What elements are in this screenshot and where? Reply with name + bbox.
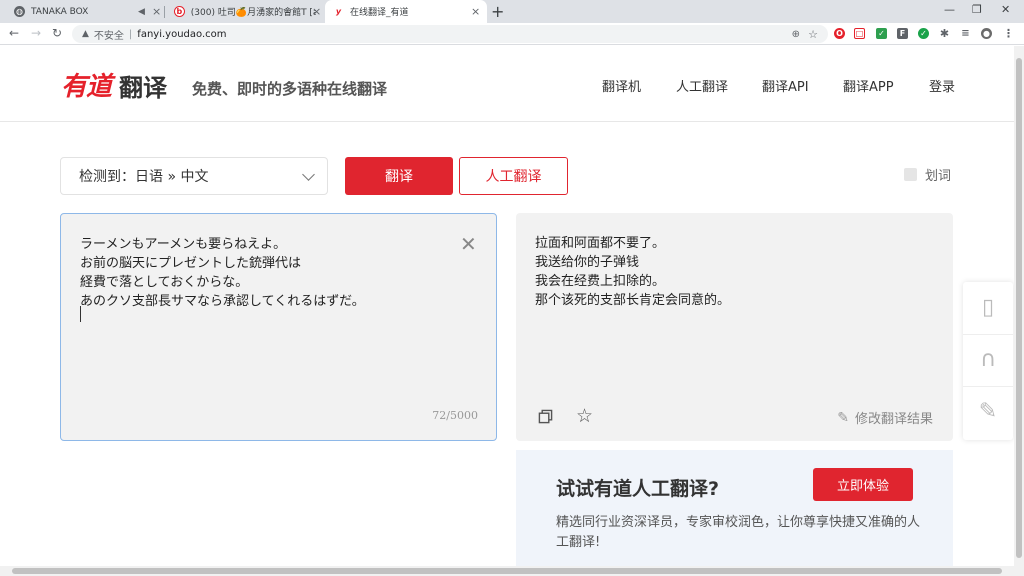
horizontal-scrollbar[interactable] [0,566,1014,576]
tab-title: TANAKA BOX [31,6,89,17]
edit-translation-link[interactable]: ✎ 修改翻译结果 [837,408,933,428]
nav-login[interactable]: 登录 [929,76,955,95]
tab-title: 在线翻译_有道 [350,8,409,18]
copy-icon[interactable] [538,409,553,424]
huaci-checkbox[interactable] [904,168,917,181]
browser-tab-bilibili[interactable]: b (300) 吐司🍊月湧家的會館T [ac × [166,0,324,23]
browser-toolbar: ← → ↻ ▲ 不安全 | fanyi.youdao.com ⊕ ☆ O □ ✓… [0,23,1024,45]
promo-title: 试试有道人工翻译? [556,478,720,500]
translation-result: 拉面和阿面都不要了。 我送给你的子弹钱 我会在经费上扣除的。 那个该死的支部长肯… [516,213,953,441]
human-translation-button[interactable]: 人工翻译 [459,157,568,195]
edit-translation-label: 修改翻译结果 [854,412,933,427]
nav-translation-api[interactable]: 翻译API [762,76,809,95]
mobile-app-icon[interactable]: ▯ [963,282,1013,332]
vertical-scrollbar[interactable] [1014,46,1024,576]
browser-tab-tanaka[interactable]: ◍ TANAKA BOX ◀ × [6,0,164,23]
extensions-puzzle-icon[interactable]: ✱ [939,27,950,40]
promo-description: 精选同行业资深译员，专家审校润色，让你尊享快捷又准确的人工翻译! [556,515,921,550]
forward-icon[interactable]: → [31,26,41,40]
extension-box-icon[interactable]: □ [854,28,865,39]
huaci-toggle[interactable]: 划词 [904,165,951,184]
support-headset-icon[interactable]: ∩ [963,334,1013,384]
security-label: 不安全 [93,30,124,42]
close-tab-icon[interactable]: × [152,5,161,18]
feedback-edit-icon[interactable]: ✎ [963,386,1013,436]
char-counter: 72/5000 [432,409,478,422]
url-text: fanyi.youdao.com [137,28,227,40]
scrollbar-thumb[interactable] [1016,58,1022,558]
warning-icon: ▲ [82,29,89,39]
browser-tab-youdao[interactable]: y 在线翻译_有道 × [325,0,487,23]
slogan: 免费、即时的多语种在线翻译 [192,80,388,98]
extension-f-icon[interactable]: F [897,28,908,39]
extension-check-icon[interactable]: ✓ [918,28,929,39]
language-select-value: 检测到：日语 » 中文 [79,169,209,185]
text-caret [80,306,81,322]
floating-sidebar: ▯ ∩ ✎ [963,282,1013,440]
logo-fanyi[interactable]: 翻译 [119,68,167,103]
chevron-down-icon [302,168,315,181]
new-tab-icon[interactable]: + [491,2,504,21]
maximize-icon[interactable]: ❐ [972,3,982,16]
nav-translator-device[interactable]: 翻译机 [602,76,641,95]
close-tab-icon[interactable]: × [471,5,480,18]
address-bar[interactable]: ▲ 不安全 | fanyi.youdao.com ⊕ ☆ [72,25,828,43]
clear-icon[interactable]: ✕ [460,232,477,256]
extension-shield-icon[interactable]: ✓ [876,28,887,39]
bilibili-icon: b [174,6,185,17]
bookmark-star-icon[interactable]: ☆ [808,28,818,41]
menu-kebab-icon[interactable]: ⋮ [1003,27,1014,40]
address-divider: | [128,28,133,40]
back-icon[interactable]: ← [9,26,19,40]
language-select[interactable]: 检测到：日语 » 中文 [60,157,328,195]
source-text-area[interactable]: ラーメンもアーメンも要らねえよ。 お前の脳天にプレゼントした銃弾代は 経費で落と… [60,213,497,441]
youdao-icon: y [335,7,342,16]
source-text[interactable]: ラーメンもアーメンも要らねえよ。 お前の脳天にプレゼントした銃弾代は 経費で落と… [80,235,365,311]
close-tab-icon[interactable]: × [312,5,321,18]
nav-translation-app[interactable]: 翻译APP [843,76,894,95]
tab-title: (300) 吐司🍊月湧家的會館T [ac [190,8,316,18]
translate-button[interactable]: 翻译 [345,157,453,195]
browser-tab-strip: ◍ TANAKA BOX ◀ × b (300) 吐司🍊月湧家的會館T [ac … [0,0,1024,23]
pencil-icon: ✎ [837,409,849,426]
profile-avatar-icon[interactable]: ● [981,28,992,39]
mute-icon[interactable]: ◀ [138,7,145,17]
human-translation-promo: 试试有道人工翻译? 立即体验 精选同行业资深译员，专家审校润色，让你尊享快捷又准… [516,450,953,576]
globe-icon: ◍ [14,6,25,17]
favorite-star-icon[interactable]: ☆ [576,405,593,427]
zoom-icon[interactable]: ⊕ [792,29,800,40]
reload-icon[interactable]: ↻ [52,26,62,40]
result-text: 拉面和阿面都不要了。 我送给你的子弹钱 我会在经费上扣除的。 那个该死的支部长肯… [535,236,731,308]
site-header: 有道 翻译 免费、即时的多语种在线翻译 翻译机 人工翻译 翻译API 翻译APP… [0,46,1024,122]
close-window-icon[interactable]: ✕ [1001,3,1010,16]
logo-youdao[interactable]: 有道 [61,66,112,103]
minimize-icon[interactable]: — [944,3,955,16]
scrollbar-thumb[interactable] [12,568,1002,574]
try-now-button[interactable]: 立即体验 [813,468,913,501]
reading-list-icon[interactable]: ≡ [960,28,971,39]
nav-human-translation[interactable]: 人工翻译 [676,76,728,95]
extension-opera-icon[interactable]: O [834,28,845,39]
huaci-label: 划词 [925,169,952,184]
tab-separator [164,6,165,18]
